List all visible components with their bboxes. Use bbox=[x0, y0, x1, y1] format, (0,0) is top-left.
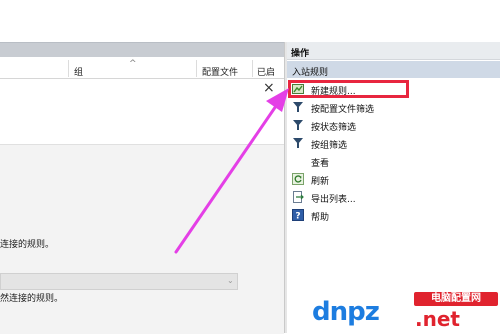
action-label: 按状态筛选 bbox=[311, 123, 357, 133]
action-filter-by-profile[interactable]: 按配置文件筛选 bbox=[287, 99, 500, 116]
column-header-group[interactable]: 组 bbox=[74, 65, 83, 78]
action-label: 查看 bbox=[311, 159, 330, 169]
action-refresh[interactable]: 刷新 bbox=[287, 171, 500, 188]
column-separator bbox=[68, 60, 69, 77]
watermark-banner: 电脑配置网 bbox=[414, 292, 498, 306]
close-icon[interactable]: × bbox=[263, 81, 275, 95]
action-label: 按组筛选 bbox=[311, 141, 348, 151]
connection-rules-text: 然连接的规则。 bbox=[0, 294, 64, 304]
filter-icon bbox=[292, 101, 304, 113]
actions-title: 操作 bbox=[291, 49, 310, 59]
action-help[interactable]: ? 帮助 bbox=[287, 207, 500, 224]
top-area bbox=[0, 0, 500, 42]
action-view[interactable]: 查看 bbox=[287, 153, 500, 170]
action-label: 导出列表... bbox=[311, 195, 356, 205]
filter-icon bbox=[292, 137, 304, 149]
table-header: 组 配置文件 已启 bbox=[0, 58, 284, 79]
action-label: 按配置文件筛选 bbox=[311, 105, 375, 115]
actions-header bbox=[287, 42, 500, 60]
action-export-list[interactable]: 导出列表... bbox=[287, 189, 500, 206]
section-title: 入站规则 bbox=[292, 68, 329, 78]
column-header-profile[interactable]: 配置文件 bbox=[202, 65, 238, 78]
dialog-area bbox=[0, 79, 284, 143]
column-separator bbox=[196, 60, 197, 77]
dropdown-select[interactable] bbox=[0, 273, 238, 290]
column-header-enabled[interactable]: 已启 bbox=[257, 65, 275, 78]
highlight-box bbox=[288, 80, 409, 98]
action-label: 帮助 bbox=[311, 213, 330, 223]
action-filter-by-group[interactable]: 按组筛选 bbox=[287, 135, 500, 152]
sort-caret-icon: ^ bbox=[129, 59, 137, 69]
watermark-suffix: .net bbox=[415, 307, 460, 331]
content-panel: 连接的规则。 然连接的规则。 bbox=[0, 144, 284, 334]
column-separator bbox=[252, 60, 253, 77]
help-icon: ? bbox=[292, 209, 304, 222]
export-icon bbox=[292, 191, 304, 203]
action-label: 刷新 bbox=[311, 177, 330, 187]
connection-rules-text: 连接的规则。 bbox=[0, 240, 55, 250]
refresh-icon bbox=[292, 173, 304, 185]
watermark-logo: dnpz bbox=[312, 297, 380, 327]
action-filter-by-state[interactable]: 按状态筛选 bbox=[287, 117, 500, 134]
chevron-down-icon: ⌄ bbox=[227, 276, 234, 285]
svg-text:?: ? bbox=[295, 212, 300, 222]
filter-icon bbox=[292, 119, 304, 131]
left-toolbar-strip bbox=[0, 42, 284, 57]
